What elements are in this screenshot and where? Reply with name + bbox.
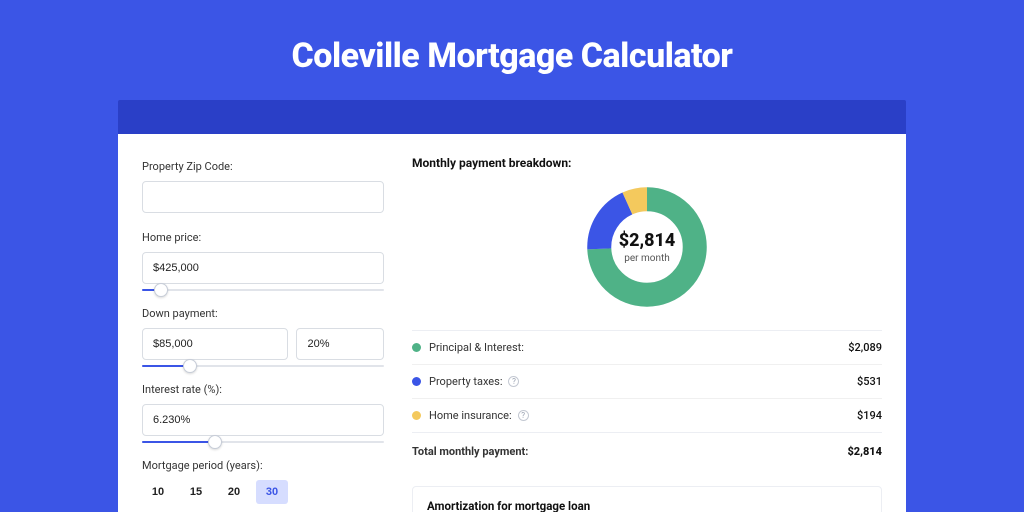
home-price-label: Home price: [142,231,384,244]
legend-row: Principal & Interest: $2,089 [412,330,882,364]
legend-dot [412,377,421,386]
info-icon[interactable]: ? [508,376,519,387]
legend-row: Home insurance:? $194 [412,398,882,432]
mortgage-period-label: Mortgage period (years): [142,459,384,472]
legend-row: Property taxes:? $531 [412,364,882,398]
info-icon[interactable]: ? [518,410,529,421]
payment-donut-chart: $2,814 per month [584,184,710,310]
interest-rate-slider[interactable] [142,435,384,449]
results-panel: Monthly payment breakdown: $2,814 per mo… [412,156,882,512]
inputs-panel: Property Zip Code: Home price: Down paym… [142,156,384,512]
legend-value: $194 [857,409,882,422]
calculator-card: Property Zip Code: Home price: Down paym… [118,134,906,512]
total-label: Total monthly payment: [412,445,528,458]
period-option-20[interactable]: 20 [218,480,250,504]
legend-value: $2,089 [848,341,882,354]
period-option-15[interactable]: 15 [180,480,212,504]
page-title: Coleville Mortgage Calculator [0,0,1024,100]
period-option-10[interactable]: 10 [142,480,174,504]
interest-rate-input[interactable] [142,404,384,436]
home-price-slider[interactable] [142,283,384,297]
banner-strip [118,100,906,134]
down-payment-pct-input[interactable] [296,328,384,360]
down-payment-label: Down payment: [142,307,384,320]
amortization-box: Amortization for mortgage loan Amortizat… [412,486,882,512]
zip-label: Property Zip Code: [142,160,384,173]
mortgage-period-group: 10152030 [142,480,384,504]
total-value: $2,814 [847,445,882,458]
donut-amount: $2,814 [619,230,676,251]
home-price-input[interactable] [142,252,384,284]
legend-label: Principal & Interest: [429,341,524,354]
total-row: Total monthly payment: $2,814 [412,432,882,470]
interest-rate-label: Interest rate (%): [142,383,384,396]
legend-label: Property taxes: [429,375,502,388]
legend-label: Home insurance: [429,409,512,422]
donut-sub: per month [624,253,670,264]
breakdown-title: Monthly payment breakdown: [412,156,882,170]
legend-value: $531 [857,375,882,388]
down-payment-input[interactable] [142,328,288,360]
period-option-30[interactable]: 30 [256,480,288,504]
amortization-title: Amortization for mortgage loan [427,499,867,512]
down-payment-slider[interactable] [142,359,384,373]
legend-dot [412,343,421,352]
zip-input[interactable] [142,181,384,213]
legend-dot [412,411,421,420]
